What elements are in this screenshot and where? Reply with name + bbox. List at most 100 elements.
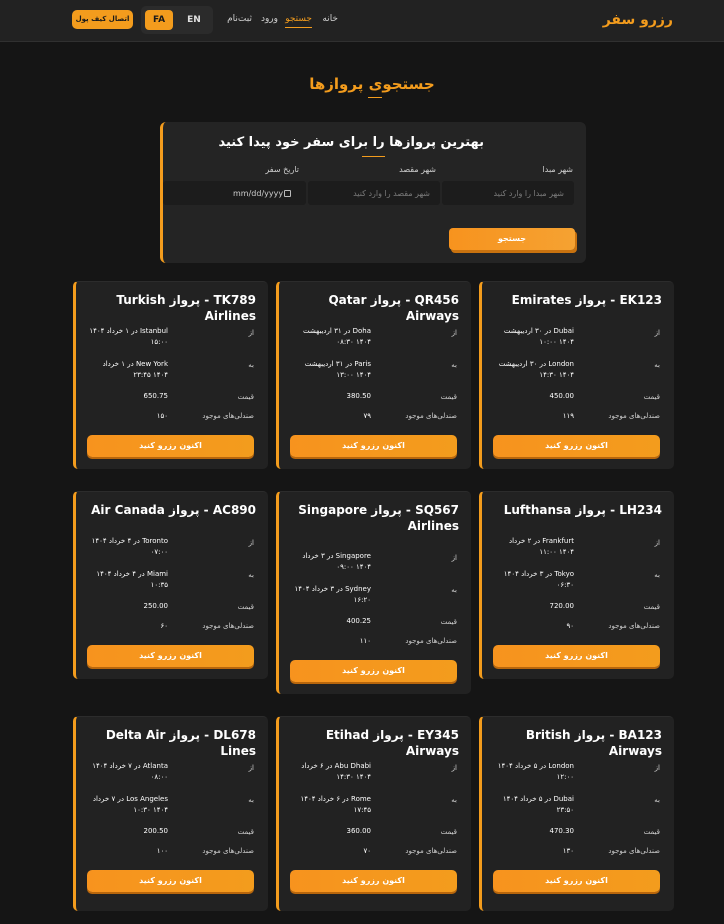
price-value: 450.00 <box>549 392 575 400</box>
flight-card: BA123 - پرواز British Airways از London در… <box>479 716 674 911</box>
arrival-info: Dubai در ۵ خرداد ۱۴۰۴ ۲۳:۵۰ <box>502 795 574 814</box>
price-value: 650.75 <box>143 392 169 400</box>
from-label: از <box>654 539 660 547</box>
nav-search[interactable]: جستجو <box>285 14 312 28</box>
flight-card: EY345 - پرواز Etihad Airways از Abu Dhabi … <box>276 716 471 911</box>
flight-title: AC890 - پرواز Air Canada <box>91 503 256 517</box>
seats-label: صندلی‌های موجود <box>608 847 660 855</box>
departure-info: Doha در ۳۱ اردیبهشت ۱۴۰۴ ۰۸:۳۰ <box>303 327 371 346</box>
price-label: قیمت <box>237 603 254 611</box>
origin-label: شهر مبدا <box>542 165 573 174</box>
seats-label: صندلی‌های موجود <box>202 622 254 630</box>
nav-login[interactable]: ورود <box>261 14 278 24</box>
site-logo[interactable]: رزرو سفر <box>603 12 673 28</box>
heading-underline <box>362 156 385 157</box>
destination-input[interactable] <box>308 181 440 205</box>
search-button[interactable]: جستجو <box>449 228 575 250</box>
arrival-info: Paris در ۳۱ اردیبهشت ۱۴۰۴ ۱۳:۰۰ <box>304 360 371 379</box>
lang-en-button[interactable]: EN <box>180 10 208 30</box>
to-label: به <box>654 796 660 804</box>
book-now-button[interactable]: اکنون رزرو کنید <box>87 435 254 457</box>
to-label: به <box>451 796 457 804</box>
nav-home[interactable]: خانه <box>322 14 338 24</box>
arrival-info: Los Angeles در ۷ خرداد ۱۴۰۴ ۱۰:۳۰ <box>92 795 168 814</box>
book-now-button[interactable]: اکنون رزرو کنید <box>290 435 457 457</box>
from-label: از <box>248 764 254 772</box>
price-label: قیمت <box>237 393 254 401</box>
book-now-button[interactable]: اکنون رزرو کنید <box>493 645 660 667</box>
book-now-button[interactable]: اکنون رزرو کنید <box>493 870 660 892</box>
departure-info: Dubai در ۳۰ اردیبهشت ۱۴۰۴ ۱۰:۰۰ <box>503 327 574 346</box>
flight-card: AC890 - پرواز Air Canada از Toronto در ۴ خ… <box>73 491 268 679</box>
price-label: قیمت <box>643 603 660 611</box>
date-label: تاریخ سفر <box>265 165 299 174</box>
flight-title: TK789 - پرواز Turkish Airlines <box>116 293 256 323</box>
lang-fa-button[interactable]: FA <box>145 10 173 30</box>
seats-label: صندلی‌های موجود <box>202 412 254 420</box>
flight-title: EK123 - پرواز Emirates <box>511 293 662 307</box>
flight-title: DL678 - پرواز Delta Air Lines <box>105 728 256 758</box>
price-label: قیمت <box>643 393 660 401</box>
book-now-button[interactable]: اکنون رزرو کنید <box>87 645 254 667</box>
top-nav-bar: رزرو سفر خانه جستجو ورود ثبت‌نام FA EN ا… <box>0 0 724 42</box>
to-label: به <box>451 586 457 594</box>
to-label: به <box>248 361 254 369</box>
to-label: به <box>248 796 254 804</box>
seats-value: ۷۰ <box>363 847 371 855</box>
book-now-button[interactable]: اکنون رزرو کنید <box>290 660 457 682</box>
nav-register[interactable]: ثبت‌نام <box>227 14 252 24</box>
seats-value: ۱۱۰ <box>359 637 371 645</box>
book-now-button[interactable]: اکنون رزرو کنید <box>493 435 660 457</box>
price-label: قیمت <box>440 618 457 626</box>
departure-info: Toronto در ۴ خرداد ۱۴۰۴ ۰۷:۰۰ <box>91 537 168 556</box>
from-label: از <box>451 764 457 772</box>
to-label: به <box>248 571 254 579</box>
seats-value: ۷۹ <box>363 412 371 420</box>
departure-info: Abu Dhabi در ۶ خرداد ۱۴۰۴ ۱۴:۳۰ <box>301 762 371 781</box>
departure-info: Atlanta در ۷ خرداد ۱۴۰۴ ۰۸:۰۰ <box>92 762 168 781</box>
flight-title: SQ567 - پرواز Singapore Airlines <box>298 503 459 533</box>
departure-info: Frankfurt در ۲ خرداد ۱۴۰۴ ۱۱:۰۰ <box>508 537 574 556</box>
seats-value: ۱۰۰ <box>156 847 168 855</box>
price-value: 200.50 <box>143 827 169 835</box>
calendar-icon[interactable] <box>284 190 291 197</box>
price-value: 470.30 <box>549 827 575 835</box>
departure-info: Singapore در ۳ خرداد ۱۴۰۴ ۰۹:۰۰ <box>302 552 371 571</box>
price-value: 250.00 <box>143 602 169 610</box>
to-label: به <box>654 571 660 579</box>
book-now-button[interactable]: اکنون رزرو کنید <box>290 870 457 892</box>
flight-card: TK789 - پرواز Turkish Airlines از Istanbul… <box>73 281 268 469</box>
flight-title: LH234 - پرواز Lufthansa <box>503 503 662 517</box>
seats-label: صندلی‌های موجود <box>608 622 660 630</box>
seats-label: صندلی‌های موجود <box>608 412 660 420</box>
departure-info: Istanbul در ۱ خرداد ۱۴۰۴ ۱۵:۰۰ <box>89 327 168 346</box>
from-label: از <box>451 329 457 337</box>
flight-card: DL678 - پرواز Delta Air Lines از Atlanta د… <box>73 716 268 911</box>
page-title: جستجوی پروازها <box>309 75 435 93</box>
arrival-info: Tokyo در ۳ خرداد ۱۴۰۴ ۰۶:۳۰ <box>503 570 574 589</box>
search-panel: بهترین پروازها را برای سفر خود پیدا کنید… <box>160 122 586 263</box>
seats-value: ۱۵۰ <box>156 412 168 420</box>
from-label: از <box>248 329 254 337</box>
price-value: 720.00 <box>549 602 575 610</box>
price-label: قیمت <box>440 393 457 401</box>
from-label: از <box>451 554 457 562</box>
price-label: قیمت <box>440 828 457 836</box>
arrival-info: Sydney در ۳ خرداد ۱۴۰۴ ۱۶:۲۰ <box>294 585 371 604</box>
seats-label: صندلی‌های موجود <box>405 847 457 855</box>
from-label: از <box>654 764 660 772</box>
connect-wallet-button[interactable]: اتصال کیف پول <box>72 10 133 29</box>
price-value: 400.25 <box>346 617 372 625</box>
book-now-button[interactable]: اکنون رزرو کنید <box>87 870 254 892</box>
search-heading: بهترین پروازها را برای سفر خود پیدا کنید <box>218 135 484 150</box>
destination-label: شهر مقصد <box>399 165 436 174</box>
language-switcher: FA EN <box>141 6 213 34</box>
seats-label: صندلی‌های موجود <box>405 412 457 420</box>
origin-input[interactable] <box>442 181 574 205</box>
flight-title: QR456 - پرواز Qatar Airways <box>328 293 459 323</box>
price-label: قیمت <box>643 828 660 836</box>
to-label: به <box>654 361 660 369</box>
from-label: از <box>248 539 254 547</box>
seats-value: ۱۳۰ <box>562 847 574 855</box>
arrival-info: New York در ۱ خرداد ۱۴۰۴ ۲۳:۴۵ <box>102 360 168 379</box>
